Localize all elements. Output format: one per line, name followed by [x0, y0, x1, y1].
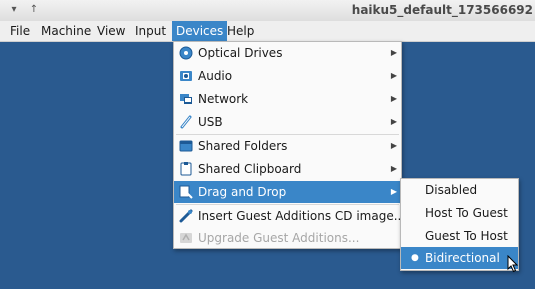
- submenu-item-label: Disabled: [425, 183, 478, 197]
- menu-item-label: Network: [198, 92, 249, 106]
- chevron-right-icon: ▶: [390, 117, 397, 126]
- menu-item-upgrade-guest-additions: Upgrade Guest Additions...: [174, 227, 401, 249]
- window-titlebar: ▾ ↑ haiku5_default_173566692: [0, 0, 535, 22]
- menu-item-audio[interactable]: Audio ▶: [174, 65, 401, 87]
- drag-and-drop-submenu: Disabled Host To Guest Guest To Host ● B…: [400, 178, 519, 271]
- menu-machine[interactable]: Machine: [37, 21, 95, 41]
- menu-item-label: Shared Clipboard: [198, 162, 302, 176]
- menu-item-shared-clipboard[interactable]: Shared Clipboard ▶: [174, 158, 401, 180]
- audio-icon: [180, 71, 192, 81]
- menu-item-optical-drives[interactable]: Optical Drives ▶: [174, 42, 401, 64]
- menu-item-label: USB: [198, 115, 223, 129]
- chevron-right-icon: ▶: [390, 187, 397, 196]
- submenu-item-guest-to-host[interactable]: Guest To Host: [401, 225, 518, 247]
- menu-item-insert-guest-additions[interactable]: Insert Guest Additions CD image...: [174, 205, 405, 227]
- menubar: File Machine View Input Devices Help: [0, 21, 535, 42]
- clipboard-icon: [180, 162, 192, 176]
- insert-cd-icon: [179, 209, 193, 223]
- menu-input[interactable]: Input: [131, 21, 170, 41]
- menu-item-shared-folders[interactable]: Shared Folders ▶: [174, 135, 401, 157]
- menu-item-label: Shared Folders: [198, 139, 288, 153]
- menu-item-label: Upgrade Guest Additions...: [198, 231, 360, 245]
- submenu-item-bidirectional[interactable]: ● Bidirectional: [401, 247, 518, 269]
- optical-drive-icon: [179, 46, 193, 60]
- usb-icon: [180, 115, 192, 129]
- chevron-right-icon: ▶: [390, 141, 397, 150]
- devices-menu: Optical Drives ▶ Audio ▶ Network ▶ USB ▶…: [173, 41, 405, 249]
- menu-view[interactable]: View: [93, 21, 129, 41]
- menu-item-network[interactable]: Network ▶: [174, 88, 401, 110]
- mouse-cursor-icon: [507, 255, 519, 273]
- chevron-right-icon: ▶: [390, 164, 397, 173]
- menu-item-drag-and-drop[interactable]: Drag and Drop ▶: [174, 181, 401, 203]
- submenu-item-label: Guest To Host: [425, 229, 508, 243]
- menu-item-label: Audio: [198, 69, 233, 83]
- chevron-right-icon: ▶: [390, 71, 397, 80]
- menu-item-label: Optical Drives: [198, 46, 283, 60]
- arrow-up-icon[interactable]: ↑: [26, 2, 42, 18]
- menu-item-label: Drag and Drop: [198, 185, 287, 199]
- menu-item-label: Insert Guest Additions CD image...: [198, 209, 406, 223]
- menu-help[interactable]: Help: [223, 21, 258, 41]
- menu-devices[interactable]: Devices: [172, 21, 228, 41]
- network-icon: [180, 94, 192, 104]
- radio-bullet-icon: ●: [411, 253, 419, 263]
- submenu-item-disabled[interactable]: Disabled: [401, 179, 518, 201]
- submenu-item-label: Host To Guest: [425, 206, 508, 220]
- menu-item-usb[interactable]: USB ▶: [174, 111, 401, 133]
- chevron-down-icon[interactable]: ▾: [6, 2, 22, 18]
- drag-drop-icon: [179, 185, 193, 199]
- menu-file[interactable]: File: [6, 21, 34, 41]
- folder-icon: [179, 140, 193, 152]
- chevron-right-icon: ▶: [390, 94, 397, 103]
- submenu-item-label: Bidirectional: [425, 251, 500, 265]
- submenu-item-host-to-guest[interactable]: Host To Guest: [401, 202, 518, 224]
- upgrade-icon: [180, 233, 192, 243]
- window-title: haiku5_default_173566692: [351, 3, 533, 17]
- chevron-right-icon: ▶: [390, 48, 397, 57]
